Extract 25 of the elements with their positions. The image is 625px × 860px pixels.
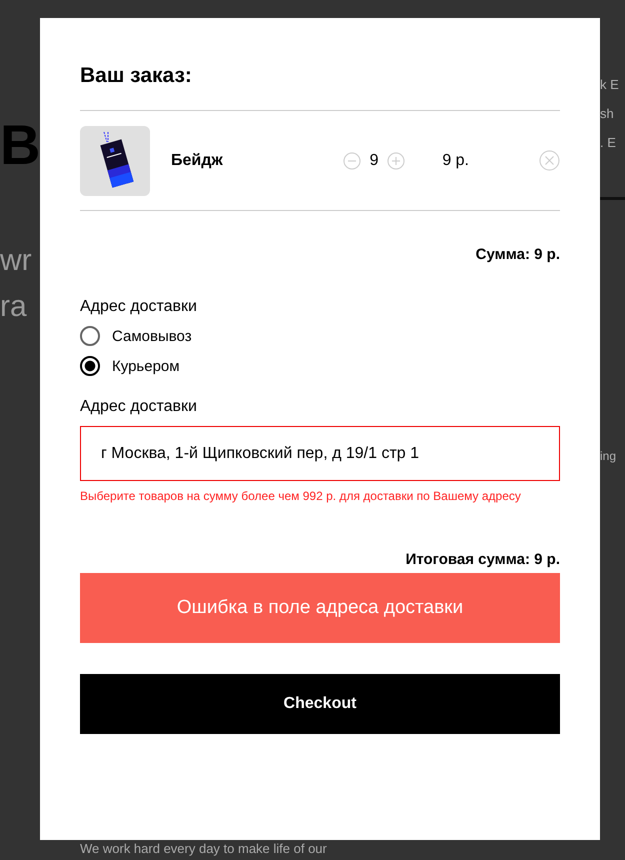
background-text: . E (600, 128, 625, 200)
background-text: sh (600, 105, 615, 123)
background-text: wr (0, 243, 33, 279)
radio-label[interactable]: Курьером (112, 358, 180, 374)
address-field[interactable]: г Москва, 1-й Щипковский пер, д 19/1 стр 1 (80, 426, 560, 481)
total-text: Итоговая сумма: 9 р. (404, 551, 560, 568)
checkout-button[interactable]: Checkout (80, 674, 560, 734)
field-label: Адрес доставки (80, 398, 198, 416)
dialog-title: Ваш заказ: (80, 64, 193, 88)
radio-button[interactable] (80, 326, 100, 346)
radio-button[interactable] (80, 356, 100, 376)
section-label: Адрес доставки (80, 298, 198, 316)
background-text: k E (600, 76, 620, 94)
background-text: ra (0, 289, 28, 325)
background-text: We work hard every day to make life of our (80, 841, 327, 856)
subtotal-text: Сумма: 9 р. (474, 246, 560, 263)
product-name: Бейдж (171, 152, 224, 170)
close-icon[interactable] (539, 150, 560, 171)
minus-icon[interactable] (342, 152, 361, 170)
item-price: 9 р. (442, 152, 470, 170)
plus-icon[interactable] (387, 152, 406, 170)
error-message: Выберите товаров на сумму более чем 992 р. для доставки по Вашему адресу (80, 488, 522, 505)
quantity-value: 9 (370, 152, 378, 170)
radio-label[interactable]: Самовывоз (112, 328, 192, 344)
background-text: ing (600, 448, 618, 465)
